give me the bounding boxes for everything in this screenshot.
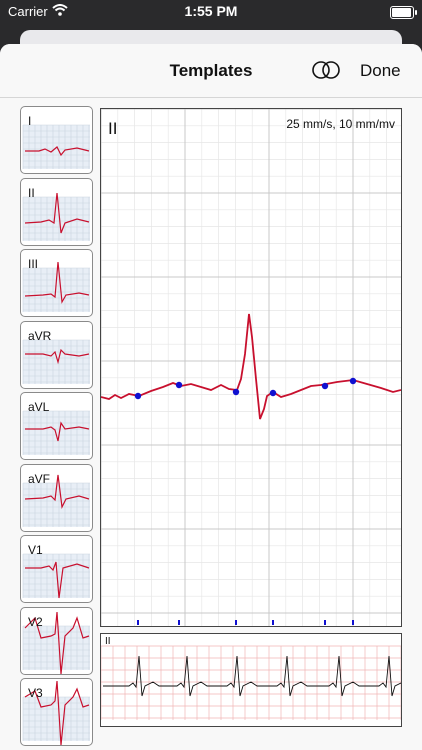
battery-icon bbox=[390, 6, 417, 19]
fiducial-marker[interactable] bbox=[175, 381, 183, 389]
lead-thumbnail-avr[interactable]: aVR bbox=[20, 320, 93, 389]
page-title: Templates bbox=[169, 61, 253, 80]
lead-thumbnail-ii[interactable]: II bbox=[20, 177, 93, 246]
rhythm-strip[interactable]: II bbox=[100, 633, 402, 727]
battery-fill bbox=[392, 8, 411, 17]
lead-thumbnail-label: aVR bbox=[28, 328, 52, 343]
lead-thumbnail-label: aVL bbox=[28, 400, 50, 414]
lead-thumbnail-iii[interactable]: III bbox=[20, 249, 93, 317]
fiducial-marker[interactable] bbox=[134, 392, 142, 400]
rhythm-lead-label: II bbox=[105, 636, 111, 647]
lead-thumbnail-avl[interactable]: aVL bbox=[20, 392, 93, 460]
lead-thumbnail-label: V1 bbox=[28, 543, 43, 557]
lead-thumbnail-list[interactable]: I II III aVR aVL aVF V1 V2 V3 bbox=[20, 106, 93, 750]
templates-sheet: Templates Done I II III aVR aVL aVF V1 V2 V3 II … bbox=[0, 44, 422, 750]
overlapping-circles-icon[interactable] bbox=[310, 58, 342, 82]
lead-thumbnail-avf[interactable]: aVF bbox=[20, 463, 93, 532]
fiducial-marker[interactable] bbox=[269, 389, 277, 397]
rhythm-trace bbox=[103, 655, 401, 697]
lead-thumbnail-v3[interactable]: V3 bbox=[20, 678, 93, 746]
lead-thumbnail-label: aVF bbox=[28, 471, 51, 486]
scale-label: 25 mm/s, 10 mm/mv bbox=[286, 117, 395, 131]
fiducial-marker[interactable] bbox=[349, 377, 357, 385]
navigation-bar: Templates Done bbox=[0, 44, 422, 98]
lead-thumbnail-label: V2 bbox=[28, 614, 43, 629]
lead-thumbnail-v2[interactable]: V2 bbox=[20, 606, 93, 675]
status-time: 1:55 PM bbox=[184, 3, 238, 19]
fiducial-marker[interactable] bbox=[321, 382, 329, 390]
lead-thumbnail-label: I bbox=[28, 114, 32, 128]
lead-thumbnail-i[interactable]: I bbox=[20, 106, 93, 174]
lead-thumbnail-v1[interactable]: V1 bbox=[20, 535, 93, 603]
done-button[interactable]: Done bbox=[360, 61, 401, 81]
main-ecg-view[interactable]: II 25 mm/s, 10 mm/mv bbox=[100, 108, 402, 627]
lead-thumbnail-label: II bbox=[28, 185, 35, 200]
status-bar: Carrier 1:55 PM bbox=[0, 0, 422, 24]
main-ecg-chart bbox=[101, 109, 401, 626]
rhythm-strip-chart bbox=[101, 645, 401, 720]
fiducial-marker[interactable] bbox=[232, 388, 240, 396]
lead-thumbnail-label: V3 bbox=[28, 686, 43, 700]
main-lead-label: II bbox=[108, 119, 118, 138]
lead-thumbnail-label: III bbox=[28, 257, 39, 271]
lead-thumbnail-trace bbox=[22, 124, 90, 169]
main-ecg-trace bbox=[101, 313, 401, 420]
